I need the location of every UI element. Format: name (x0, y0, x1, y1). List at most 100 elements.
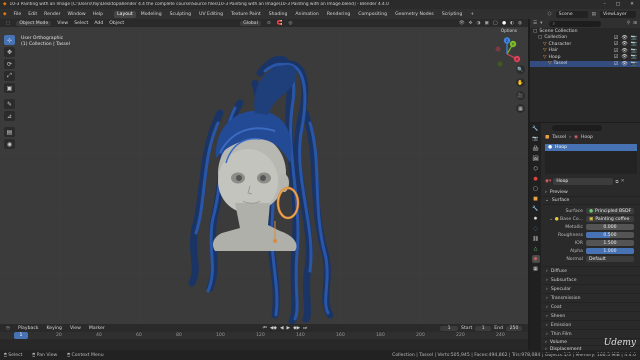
zoom-icon[interactable]: 🔍 (516, 65, 525, 74)
constraints-tab-icon[interactable]: ⛓ (532, 235, 540, 243)
particles-tab-icon[interactable]: ✸ (532, 215, 540, 223)
shader-input-slider[interactable]: 0.500 (586, 231, 634, 239)
eye-icon[interactable]: 👁 (621, 48, 627, 54)
tab-sculpting[interactable]: Sculpting (167, 11, 194, 18)
shader-subsection[interactable]: › Subsurface (542, 275, 640, 284)
shader-subsection[interactable]: › Emission (542, 320, 640, 329)
annotate-tool-icon[interactable]: ✎ (4, 99, 15, 109)
camera-icon[interactable]: 📷 (631, 54, 637, 60)
options-dropdown[interactable]: Options (497, 27, 520, 33)
data-tab-icon[interactable]: △ (532, 245, 540, 253)
eye-icon[interactable]: 👁 (621, 35, 627, 41)
next-keyframe-icon[interactable]: ◆▶ (293, 326, 300, 331)
timeline-body[interactable]: 020406080100120140160180200220240 1 (0, 332, 528, 350)
checkbox-icon[interactable]: ☑ (614, 61, 618, 67)
shading-material-icon[interactable]: ◐ (510, 21, 514, 26)
end-frame-field[interactable]: 250 (506, 325, 522, 331)
add-cube-tool-icon[interactable]: ▤ (4, 127, 15, 137)
prev-keyframe-icon[interactable]: ◀◆ (270, 326, 277, 331)
eye-icon[interactable]: 👁 (621, 41, 627, 47)
ortho-toggle-icon[interactable]: ▦ (516, 104, 525, 113)
shader-subsection[interactable]: › Coat (542, 302, 640, 311)
properties-search-input[interactable] (552, 125, 602, 131)
duplicate-material-icon[interactable]: ⧉ (615, 179, 618, 185)
minimize-button[interactable]: – (604, 2, 606, 7)
texture-tab-icon[interactable]: ▦ (532, 265, 540, 273)
mode-selector[interactable]: Object Mode (16, 20, 52, 26)
blender-menu-icon[interactable]: ◆ (3, 12, 7, 17)
checkbox-icon[interactable]: ☑ (614, 41, 618, 47)
render-tab-icon[interactable]: 📷 (532, 135, 540, 143)
editor-type-icon[interactable]: ⬚ (6, 21, 10, 26)
jump-start-icon[interactable]: ⏮ (263, 325, 267, 331)
tab-shading[interactable]: Shading (266, 11, 291, 18)
shader-subsection[interactable]: › Specular (542, 284, 640, 293)
tab-scripting[interactable]: Scripting (439, 11, 465, 18)
overlay-icon[interactable]: ◑ (476, 21, 480, 26)
play-icon[interactable]: ▶ (287, 326, 291, 331)
checkbox-icon[interactable]: ☑ (614, 48, 618, 54)
character-model[interactable] (180, 53, 360, 324)
new-collection-icon[interactable]: ⊞ (633, 21, 640, 26)
material-browse-icon[interactable]: ◉▾ (545, 179, 551, 184)
camera-icon[interactable]: 📷 (631, 35, 637, 41)
proportional-icon[interactable]: ◎ (288, 21, 292, 26)
checkbox-icon[interactable]: ☑ (614, 35, 618, 41)
jump-end-icon[interactable]: ⏭ (303, 325, 307, 331)
camera-icon[interactable]: 📷 (631, 41, 637, 47)
scale-tool-icon[interactable]: ⤢ (4, 71, 15, 81)
tab-uv-editing[interactable]: UV Editing (196, 11, 226, 18)
frame-ruler[interactable]: 020406080100120140160180200220240 (0, 332, 528, 339)
measure-tool-icon[interactable]: ⊿ (4, 111, 15, 121)
tab-compositing[interactable]: Compositing (355, 11, 390, 18)
tab-modeling[interactable]: Modeling (138, 11, 165, 18)
start-frame-field[interactable]: 1 (475, 325, 492, 331)
3d-viewport[interactable]: ⊹ ✥ ⟳ ⤢ ▣ ✎ ⊿ ▤ ◉ User Orthographic (1) … (0, 33, 528, 324)
playhead[interactable]: 1 (14, 332, 28, 339)
shader-input-slider[interactable]: 1.000 (586, 247, 634, 255)
modifier-tab-icon[interactable]: 🔧 (532, 205, 540, 213)
outliner-search-input[interactable]: ⌕ (549, 20, 602, 27)
tool-tab-icon[interactable]: 🔧 (532, 125, 540, 133)
add-workspace-button[interactable]: + (467, 11, 477, 18)
world-tab-icon[interactable]: ● (532, 175, 540, 183)
menu-add[interactable]: Add (94, 21, 103, 26)
preview-panel[interactable]: › Preview (542, 189, 640, 197)
unlink-material-icon[interactable]: ✕ (621, 179, 625, 184)
outliner-editor-icon[interactable]: ☰ (533, 21, 537, 26)
tab-animation[interactable]: Animation (292, 11, 321, 18)
normal-field[interactable]: Default (586, 255, 634, 263)
shading-wire-icon[interactable]: ◯ (493, 21, 498, 26)
collection-tab-icon[interactable]: ▢ (532, 185, 540, 193)
base-color-texture-field[interactable]: ▣ Painting coffee (586, 215, 634, 223)
select-tool-icon[interactable]: ⊹ (4, 35, 15, 45)
transform-tool-icon[interactable]: ▣ (4, 83, 15, 93)
menu-object[interactable]: Object (109, 21, 124, 26)
xray-icon[interactable]: ▣ (484, 21, 488, 26)
surface-panel[interactable]: ⌄ Surface (542, 197, 640, 205)
outliner-item[interactable]: ▽ Tassel ☑ 👁 📷 (530, 60, 640, 67)
close-button[interactable]: ✕ (630, 2, 634, 7)
menu-file[interactable]: File (14, 12, 22, 17)
eye-icon[interactable]: 👁 (621, 54, 627, 60)
tab-texture-paint[interactable]: Texture Paint (228, 11, 264, 18)
menu-select[interactable]: Select (74, 21, 88, 26)
menu-playback[interactable]: Playback (18, 326, 39, 331)
transform-orientation[interactable]: Global (240, 20, 261, 26)
material-slot-selected[interactable]: ● Hoop (545, 144, 637, 151)
camera-view-icon[interactable]: 🎥 (516, 91, 525, 100)
menu-render[interactable]: Render (44, 12, 60, 17)
current-frame-field[interactable]: 1 (440, 325, 459, 331)
play-reverse-icon[interactable]: ◀ (280, 326, 284, 331)
material-tab-icon[interactable]: ◉ (531, 255, 540, 263)
snap-icon[interactable]: 🧲 (277, 21, 283, 26)
menu-marker[interactable]: Marker (89, 326, 105, 331)
physics-tab-icon[interactable]: ◌ (532, 225, 540, 233)
rotate-tool-icon[interactable]: ⟳ (4, 59, 15, 69)
shader-subsection[interactable]: › Transmission (542, 293, 640, 302)
view-layer-selector[interactable]: ViewLayer (600, 10, 636, 18)
display-mode-icon[interactable]: ▾ (540, 21, 542, 26)
menu-help[interactable]: Help (93, 12, 103, 17)
menu-view[interactable]: View (57, 21, 68, 26)
menu-edit[interactable]: Edit (28, 12, 37, 17)
